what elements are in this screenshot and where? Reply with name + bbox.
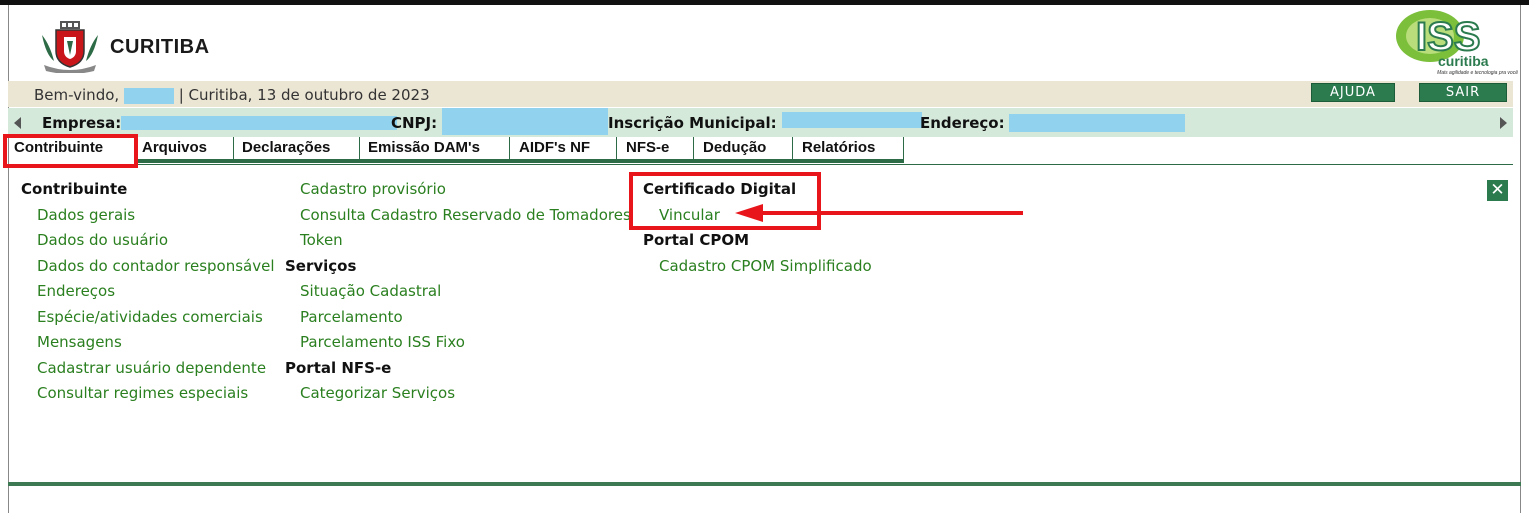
redacted-username: [123, 87, 174, 104]
help-button[interactable]: AJUDA: [1311, 83, 1395, 102]
city-name: CURITIBA: [110, 36, 210, 58]
tab-emissao-dams[interactable]: Emissão DAM's: [360, 137, 510, 160]
company-info-bar: Empresa: CNPJ: Inscrição Municipal: Ende…: [8, 108, 1513, 137]
redacted-empresa: [121, 116, 397, 130]
redacted-inscricao: [782, 112, 922, 128]
contribuinte-heading: Contribuinte: [21, 180, 128, 198]
redacted-endereco: [1009, 114, 1185, 132]
menu-situacao-cadastral[interactable]: Situação Cadastral: [300, 282, 441, 300]
menu-parcelamento-iss-fixo[interactable]: Parcelamento ISS Fixo: [300, 333, 465, 351]
scroll-right-icon[interactable]: [1500, 117, 1507, 129]
portal-nfse-heading: Portal NFS-e: [285, 359, 392, 377]
menu-consultar-regimes[interactable]: Consultar regimes especiais: [37, 384, 248, 402]
tab-aidfs-nf[interactable]: AIDF's NF: [510, 137, 617, 160]
menu-cadastrar-usuario-dependente[interactable]: Cadastrar usuário dependente: [37, 359, 266, 377]
iss-curitiba-logo: ISS curitiba: [1396, 10, 1489, 69]
iss-logo-city: curitiba: [1438, 53, 1489, 69]
empresa-label: Empresa:: [42, 114, 122, 132]
welcome-text: Bem-vindo, | Curitiba, 13 de outubro de …: [34, 86, 430, 104]
tab-deducao[interactable]: Dedução: [694, 137, 793, 160]
menu-dados-contador[interactable]: Dados do contador responsável: [37, 257, 275, 275]
annotation-arrow-head-icon: [735, 204, 763, 222]
inscricao-label: Inscrição Municipal:: [608, 114, 777, 132]
scroll-left-icon[interactable]: [14, 117, 21, 129]
tab-nfse[interactable]: NFS-e: [617, 137, 694, 160]
menu-cadastro-cpom-simplificado[interactable]: Cadastro CPOM Simplificado: [659, 257, 872, 275]
redacted-cnpj: [442, 108, 608, 135]
menu-parcelamento[interactable]: Parcelamento: [300, 308, 403, 326]
location-date: | Curitiba, 13 de outubro de 2023: [178, 86, 430, 104]
welcome-bar: Bem-vindo, | Curitiba, 13 de outubro de …: [8, 81, 1513, 107]
menu-consulta-cadastro-tomadores[interactable]: Consulta Cadastro Reservado de Tomadores: [300, 206, 631, 224]
menu-mensagens[interactable]: Mensagens: [37, 333, 122, 351]
welcome-prefix: Bem-vindo,: [34, 86, 120, 104]
close-icon[interactable]: ✕: [1487, 180, 1508, 201]
menu-categorizar-servicos[interactable]: Categorizar Serviços: [300, 384, 455, 402]
tab-arquivos[interactable]: Arquivos: [141, 137, 234, 160]
tab-content-divider: [8, 164, 1513, 165]
bottom-divider: [8, 482, 1521, 486]
servicos-heading: Serviços: [285, 257, 357, 275]
certificado-highlight-box: [629, 172, 821, 230]
tab-relatorios[interactable]: Relatórios: [793, 137, 904, 160]
iss-tagline: Mais agilidade e tecnologia pra você: [1437, 70, 1518, 76]
menu-token[interactable]: Token: [300, 231, 343, 249]
exit-button[interactable]: SAIR: [1419, 83, 1507, 102]
menu-enderecos[interactable]: Endereços: [37, 282, 115, 300]
menu-cadastro-provisorio[interactable]: Cadastro provisório: [300, 180, 446, 198]
tab-declaracoes[interactable]: Declarações: [234, 137, 360, 160]
endereco-label: Endereço:: [920, 114, 1005, 132]
annotation-arrow-line: [760, 211, 1023, 215]
cnpj-label: CNPJ:: [391, 114, 438, 132]
menu-dados-gerais[interactable]: Dados gerais: [37, 206, 135, 224]
curitiba-coat-of-arms-logo: [42, 21, 98, 73]
menu-dados-usuario[interactable]: Dados do usuário: [37, 231, 168, 249]
active-tab-highlight: [3, 134, 138, 168]
portal-cpom-heading: Portal CPOM: [643, 231, 750, 249]
menu-especie-atividades[interactable]: Espécie/atividades comerciais: [37, 308, 263, 326]
